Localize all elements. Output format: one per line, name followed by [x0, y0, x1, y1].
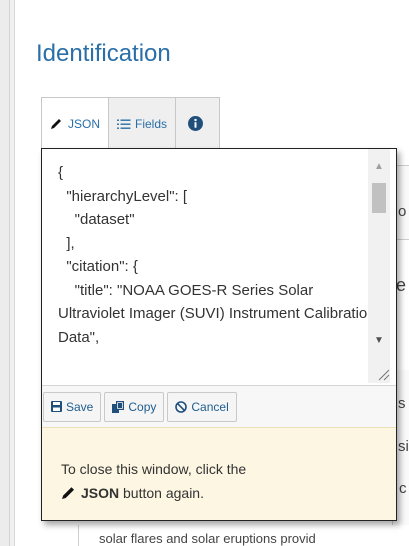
background-fragment: si — [398, 438, 409, 455]
background-description-line: solar flares and solar eruptions provid — [78, 525, 409, 546]
panel-title: Identification — [36, 40, 171, 67]
copy-button-label: Copy — [128, 399, 157, 414]
help-message: To close this window, click the JSON but… — [42, 427, 396, 520]
scrollbar-thumb[interactable] — [372, 183, 386, 213]
background-fragment: c — [399, 480, 407, 497]
cancel-button-label: Cancel — [191, 399, 229, 414]
copy-button[interactable]: Copy — [104, 391, 165, 422]
left-strip — [0, 0, 10, 546]
editor-scrollbar[interactable]: ▲ ▼ — [368, 149, 390, 383]
background-fragment: s — [398, 395, 406, 412]
info-icon — [188, 116, 204, 131]
resize-grip-icon[interactable] — [376, 367, 390, 381]
background-fragment: e — [396, 275, 407, 295]
scroll-up-arrow-icon[interactable]: ▲ — [368, 159, 390, 175]
ban-icon — [175, 400, 188, 413]
background-fragment: o — [398, 203, 407, 220]
help-text-prefix: To close this window, click the — [61, 461, 247, 477]
copy-icon — [112, 400, 125, 413]
save-button[interactable]: Save — [43, 391, 102, 422]
tab-json-label: JSON — [68, 116, 101, 131]
json-editor[interactable]: { "hierarchyLevel": [ "dataset" ], "cita… — [42, 149, 396, 384]
pencil-icon — [51, 118, 61, 129]
editor-button-bar: Save Copy Cancel — [42, 385, 396, 427]
cancel-button[interactable]: Cancel — [167, 391, 237, 422]
pencil-icon — [62, 487, 74, 499]
tab-json[interactable]: JSON — [41, 97, 110, 149]
list-icon — [117, 119, 131, 129]
save-icon — [51, 401, 62, 412]
json-editor-content[interactable]: { "hierarchyLevel": [ "dataset" ], "cita… — [58, 161, 376, 349]
tab-fields[interactable]: Fields — [108, 97, 177, 149]
help-text-suffix: button again. — [123, 485, 204, 501]
tab-info[interactable] — [175, 97, 221, 149]
help-button-name: JSON — [81, 485, 120, 501]
tab-fields-label: Fields — [135, 116, 168, 131]
scroll-down-arrow-icon[interactable]: ▼ — [368, 333, 390, 349]
panel-tabs: JSON Fields — [41, 97, 221, 149]
json-editor-popup: { "hierarchyLevel": [ "dataset" ], "cita… — [41, 148, 397, 521]
save-button-label: Save — [66, 399, 94, 414]
